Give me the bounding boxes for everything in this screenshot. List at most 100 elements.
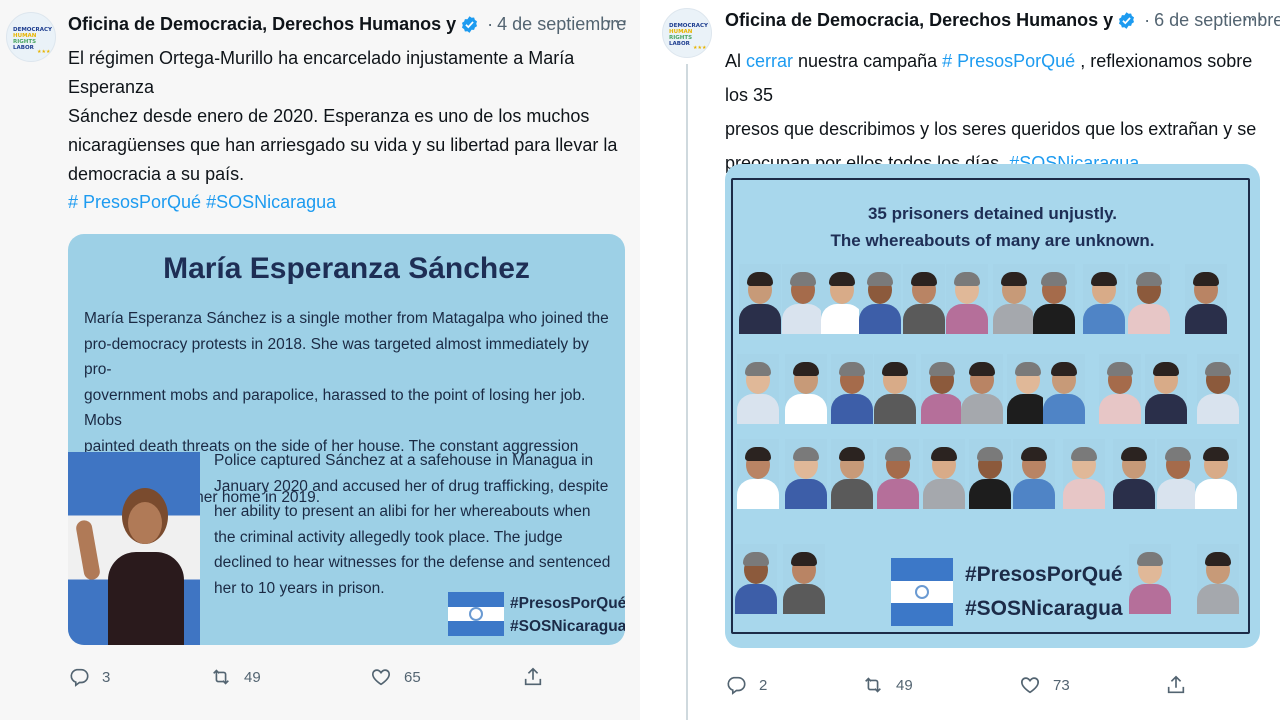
more-options-icon[interactable]: ··· bbox=[606, 10, 629, 33]
prisoner-portrait bbox=[946, 264, 988, 334]
account-avatar[interactable]: DEMOCRACY HUMAN RIGHTS LABOR ★★★ bbox=[662, 8, 712, 58]
separator-dot: · bbox=[487, 14, 494, 34]
prisoner-portrait bbox=[783, 544, 825, 614]
card-hashtags: #PresosPorQué #SOSNicaragua bbox=[965, 558, 1123, 626]
like-button[interactable]: 73 bbox=[1019, 674, 1165, 696]
prisoner-portrait bbox=[735, 544, 777, 614]
prisoner-portrait bbox=[1128, 264, 1170, 334]
logo-text-labor: LABOR bbox=[669, 41, 690, 47]
prisoner-portrait bbox=[877, 439, 919, 509]
card-text-line: declined to hear witnesses for the defen… bbox=[214, 554, 611, 571]
heart-icon bbox=[372, 669, 390, 686]
tweet-body-line: nicaragüenses que han arriesgado su vida… bbox=[68, 135, 618, 155]
stars-icon: ★★★ bbox=[693, 45, 707, 51]
reply-count: 3 bbox=[102, 668, 111, 686]
hashtag-presosporque[interactable]: # PresosPorQué bbox=[68, 192, 201, 212]
retweet-count: 49 bbox=[244, 668, 261, 686]
prisoner-portrait bbox=[1099, 354, 1141, 424]
card-title-line-2: The whereabouts of many are unknown. bbox=[830, 231, 1155, 250]
tweet-body-line: El régimen Ortega-Murillo ha encarcelado… bbox=[68, 48, 575, 97]
reply-icon bbox=[70, 668, 89, 687]
prisoner-portrait bbox=[1083, 264, 1125, 334]
prisoner-portrait bbox=[1033, 264, 1075, 334]
body-text: Al bbox=[725, 51, 747, 71]
logo-text-labor: LABOR bbox=[13, 45, 34, 51]
retweet-icon bbox=[213, 669, 229, 685]
more-options-icon[interactable]: ··· bbox=[1242, 8, 1265, 31]
separator-dot: · bbox=[1144, 10, 1151, 30]
reply-count: 2 bbox=[759, 676, 768, 694]
tweet-body: Al cerrar nuestra campaña # PresosPorQué… bbox=[725, 44, 1265, 180]
thread-line bbox=[686, 64, 688, 720]
card-text-line: Police captured Sánchez at a safehouse i… bbox=[214, 452, 594, 469]
prisoner-portrait bbox=[921, 354, 963, 424]
like-count: 65 bbox=[404, 668, 421, 686]
prisoner-portrait bbox=[1113, 439, 1155, 509]
tweet-actions: 2 49 73 bbox=[725, 674, 1187, 696]
card-title-line-1: 35 prisoners detained unjustly. bbox=[867, 204, 1118, 223]
prisoner-photo bbox=[68, 452, 200, 645]
author-name[interactable]: Oficina de Democracia, Derechos Humanos … bbox=[68, 14, 456, 35]
nicaragua-flag-icon bbox=[891, 558, 953, 626]
card-text-line: January 2020 and accused her of drug tra… bbox=[214, 477, 609, 495]
verified-badge-icon bbox=[1119, 12, 1135, 29]
reply-button[interactable]: 2 bbox=[725, 674, 862, 696]
tweet-image-card[interactable]: María Esperanza Sánchez María Esperanza … bbox=[68, 234, 625, 645]
prisoner-portrait bbox=[874, 354, 916, 424]
heart-icon bbox=[1021, 677, 1039, 694]
dress-shape bbox=[108, 552, 184, 645]
nicaragua-flag-icon bbox=[448, 592, 504, 636]
prisoner-portrait bbox=[1195, 439, 1237, 509]
hashtag-presosporque[interactable]: # PresosPorQué bbox=[942, 51, 1075, 71]
share-button[interactable] bbox=[1165, 674, 1187, 696]
tweet-hashtags: # PresosPorQué #SOSNicaragua bbox=[68, 188, 336, 217]
face-shape bbox=[128, 502, 162, 544]
retweet-button[interactable]: 49 bbox=[862, 674, 1019, 696]
share-icon bbox=[1167, 675, 1185, 694]
stars-icon: ★★★ bbox=[37, 49, 51, 55]
share-icon bbox=[524, 667, 542, 686]
tweet-header: Oficina de Democracia, Derechos Humanos … bbox=[725, 10, 1280, 31]
retweet-button[interactable]: 49 bbox=[210, 666, 370, 688]
prisoner-portrait bbox=[1145, 354, 1187, 424]
prisoner-portrait bbox=[1129, 544, 1171, 614]
card-paragraph-2: Police captured Sánchez at a safehouse i… bbox=[214, 448, 624, 601]
tweet-actions: 3 49 65 bbox=[68, 666, 544, 688]
retweet-icon bbox=[865, 677, 881, 693]
prisoner-portrait bbox=[1013, 439, 1055, 509]
reply-button[interactable]: 3 bbox=[68, 666, 210, 688]
tweet-body: El régimen Ortega-Murillo ha encarcelado… bbox=[68, 44, 628, 189]
verified-badge-icon bbox=[462, 16, 478, 33]
link-cerrar[interactable]: cerrar bbox=[746, 51, 793, 71]
card-text-line: government mobs and parapolice, harassed… bbox=[84, 386, 586, 430]
card-hashtag-1: #PresosPorQué bbox=[965, 563, 1123, 586]
prisoner-portrait bbox=[1063, 439, 1105, 509]
tweet-left[interactable]: DEMOCRACY HUMAN RIGHTS LABOR ★★★ Oficina… bbox=[0, 0, 640, 720]
prisoner-portrait bbox=[859, 264, 901, 334]
tweet-body-line: democracia a su país. bbox=[68, 164, 245, 184]
prisoner-portrait bbox=[1197, 354, 1239, 424]
prisoner-portrait bbox=[1185, 264, 1227, 334]
card-text-line: pro-democracy protests in 2018. She was … bbox=[84, 335, 589, 379]
like-button[interactable]: 65 bbox=[370, 666, 522, 688]
card-text-line: her ability to present an alibi for her … bbox=[214, 503, 591, 520]
tweet-right[interactable]: DEMOCRACY HUMAN RIGHTS LABOR ★★★ Oficina… bbox=[646, 0, 1280, 720]
card-title: 35 prisoners detained unjustly. The wher… bbox=[725, 200, 1260, 254]
tweet-image-card[interactable]: 35 prisoners detained unjustly. The wher… bbox=[725, 164, 1260, 648]
hashtag-sosnicaragua[interactable]: #SOSNicaragua bbox=[206, 192, 336, 212]
card-hashtags: #PresosPorQué #SOSNicaragua bbox=[510, 592, 625, 638]
share-button[interactable] bbox=[522, 666, 544, 688]
prisoner-portrait bbox=[785, 439, 827, 509]
tweet-body-line: Al cerrar nuestra campaña # PresosPorQué… bbox=[725, 44, 1265, 112]
account-avatar[interactable]: DEMOCRACY HUMAN RIGHTS LABOR ★★★ bbox=[6, 12, 56, 62]
tweet-header: Oficina de Democracia, Derechos Humanos … bbox=[68, 14, 626, 35]
prisoner-portrait bbox=[1043, 354, 1085, 424]
author-name[interactable]: Oficina de Democracia, Derechos Humanos … bbox=[725, 10, 1113, 31]
prisoner-portrait bbox=[969, 439, 1011, 509]
card-hashtag-1: #PresosPorQué bbox=[510, 595, 625, 612]
retweet-count: 49 bbox=[896, 676, 913, 694]
card-text-line: María Esperanza Sánchez is a single moth… bbox=[84, 310, 609, 327]
prisoner-portrait bbox=[923, 439, 965, 509]
like-count: 73 bbox=[1053, 676, 1070, 694]
prisoner-portrait bbox=[961, 354, 1003, 424]
